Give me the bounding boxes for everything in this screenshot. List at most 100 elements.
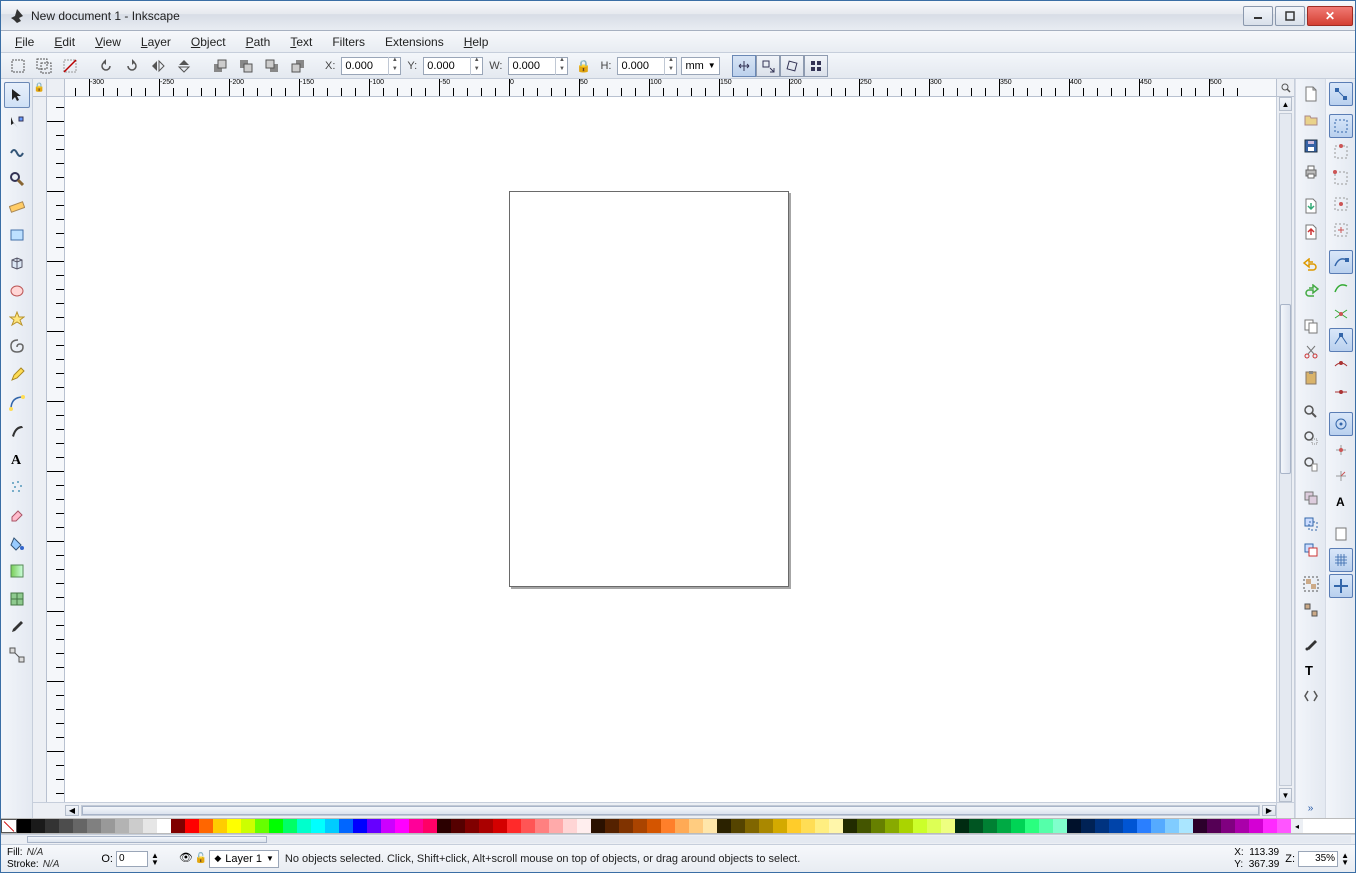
no-fill-swatch[interactable] xyxy=(1,819,17,833)
selector-tool[interactable] xyxy=(4,82,30,108)
menu-view[interactable]: View xyxy=(87,33,129,51)
connector-tool[interactable] xyxy=(4,642,30,668)
color-swatch[interactable] xyxy=(717,819,731,833)
text-tool[interactable]: A xyxy=(4,446,30,472)
star-tool[interactable] xyxy=(4,306,30,332)
color-swatch[interactable] xyxy=(1081,819,1095,833)
color-swatch[interactable] xyxy=(1193,819,1207,833)
vertical-ruler[interactable]: -50050100150200250300350400 xyxy=(47,97,65,802)
color-swatch[interactable] xyxy=(381,819,395,833)
color-swatch[interactable] xyxy=(997,819,1011,833)
palette-scrollbar[interactable] xyxy=(1,834,1355,844)
raise-top-button[interactable] xyxy=(209,55,231,77)
close-button[interactable]: ✕ xyxy=(1307,6,1353,26)
snap-center-button[interactable] xyxy=(1329,438,1353,462)
redo-button[interactable] xyxy=(1299,280,1323,304)
snap-smooth-button[interactable] xyxy=(1329,354,1353,378)
layer-selector[interactable]: ◆ Layer 1 ▼ xyxy=(209,850,279,868)
lower-bottom-button[interactable] xyxy=(287,55,309,77)
snap-path-button[interactable] xyxy=(1329,276,1353,300)
color-swatch[interactable] xyxy=(269,819,283,833)
group-button[interactable] xyxy=(1299,572,1323,596)
maximize-button[interactable] xyxy=(1275,6,1305,26)
snap-text-button[interactable]: A xyxy=(1329,490,1353,514)
raise-button[interactable] xyxy=(235,55,257,77)
x-input[interactable]: ▲▼ xyxy=(341,57,401,75)
dropper-tool[interactable] xyxy=(4,614,30,640)
vertical-scrollbar[interactable]: ▲ ▼ xyxy=(1276,97,1294,802)
y-input[interactable]: ▲▼ xyxy=(423,57,483,75)
zoom-menu-corner[interactable] xyxy=(1276,79,1294,97)
color-swatch[interactable] xyxy=(1109,819,1123,833)
xml-editor-button[interactable] xyxy=(1299,684,1323,708)
new-document-button[interactable] xyxy=(1299,82,1323,106)
ellipse-tool[interactable] xyxy=(4,278,30,304)
w-input[interactable]: ▲▼ xyxy=(508,57,568,75)
color-swatch[interactable] xyxy=(423,819,437,833)
paste-button[interactable] xyxy=(1299,366,1323,390)
color-swatch[interactable] xyxy=(843,819,857,833)
color-swatch[interactable] xyxy=(1207,819,1221,833)
color-swatch[interactable] xyxy=(759,819,773,833)
menu-file[interactable]: File xyxy=(7,33,42,51)
color-swatch[interactable] xyxy=(185,819,199,833)
color-swatch[interactable] xyxy=(955,819,969,833)
guide-lock-toggle[interactable]: 🔒 xyxy=(33,79,47,97)
color-swatch[interactable] xyxy=(157,819,171,833)
menu-help[interactable]: Help xyxy=(456,33,497,51)
zoom-drawing-button[interactable] xyxy=(1299,426,1323,450)
3dbox-tool[interactable] xyxy=(4,250,30,276)
snap-bbox-midpoint-button[interactable] xyxy=(1329,192,1353,216)
color-swatch[interactable] xyxy=(1039,819,1053,833)
color-swatch[interactable] xyxy=(829,819,843,833)
color-swatch[interactable] xyxy=(255,819,269,833)
opacity-input[interactable] xyxy=(116,851,148,867)
ungroup-button[interactable] xyxy=(1299,598,1323,622)
export-button[interactable] xyxy=(1299,220,1323,244)
layer-lock-icon[interactable]: 🔓 xyxy=(195,854,207,864)
color-swatch[interactable] xyxy=(535,819,549,833)
snap-enable-button[interactable] xyxy=(1329,82,1353,106)
color-swatch[interactable] xyxy=(871,819,885,833)
node-tool[interactable] xyxy=(4,110,30,136)
fill-stroke-indicator[interactable]: Fill: N/A Stroke: N/A xyxy=(7,847,59,871)
menu-edit[interactable]: Edit xyxy=(46,33,83,51)
color-swatch[interactable] xyxy=(87,819,101,833)
color-swatch[interactable] xyxy=(1263,819,1277,833)
color-swatch[interactable] xyxy=(395,819,409,833)
snap-guide-button[interactable] xyxy=(1329,574,1353,598)
deselect-button[interactable] xyxy=(59,55,81,77)
color-swatch[interactable] xyxy=(969,819,983,833)
snap-midpoint-button[interactable] xyxy=(1329,380,1353,404)
rotate-ccw-button[interactable] xyxy=(95,55,117,77)
rotate-cw-button[interactable] xyxy=(121,55,143,77)
unlink-clone-button[interactable] xyxy=(1299,538,1323,562)
menu-filters[interactable]: Filters xyxy=(324,33,373,51)
palette-menu-button[interactable]: ◂ xyxy=(1291,819,1303,833)
menu-path[interactable]: Path xyxy=(238,33,279,51)
affect-rotate-button[interactable] xyxy=(780,55,804,77)
measure-tool[interactable] xyxy=(4,194,30,220)
color-swatch[interactable] xyxy=(1067,819,1081,833)
color-swatch[interactable] xyxy=(493,819,507,833)
cut-button[interactable] xyxy=(1299,340,1323,364)
snap-cusp-button[interactable] xyxy=(1329,328,1353,352)
print-button[interactable] xyxy=(1299,160,1323,184)
color-swatch[interactable] xyxy=(689,819,703,833)
color-swatch[interactable] xyxy=(17,819,31,833)
color-swatch[interactable] xyxy=(1165,819,1179,833)
color-swatch[interactable] xyxy=(283,819,297,833)
affect-scale-button[interactable] xyxy=(756,55,780,77)
snap-others-button[interactable] xyxy=(1329,412,1353,436)
color-swatch[interactable] xyxy=(1179,819,1193,833)
color-swatch[interactable] xyxy=(731,819,745,833)
snap-intersection-button[interactable] xyxy=(1329,302,1353,326)
zoom-tool[interactable] xyxy=(4,166,30,192)
color-swatch[interactable] xyxy=(129,819,143,833)
color-swatch[interactable] xyxy=(983,819,997,833)
color-swatch[interactable] xyxy=(857,819,871,833)
color-swatch[interactable] xyxy=(619,819,633,833)
duplicate-button[interactable] xyxy=(1299,486,1323,510)
color-swatch[interactable] xyxy=(521,819,535,833)
canvas[interactable] xyxy=(65,97,1276,802)
